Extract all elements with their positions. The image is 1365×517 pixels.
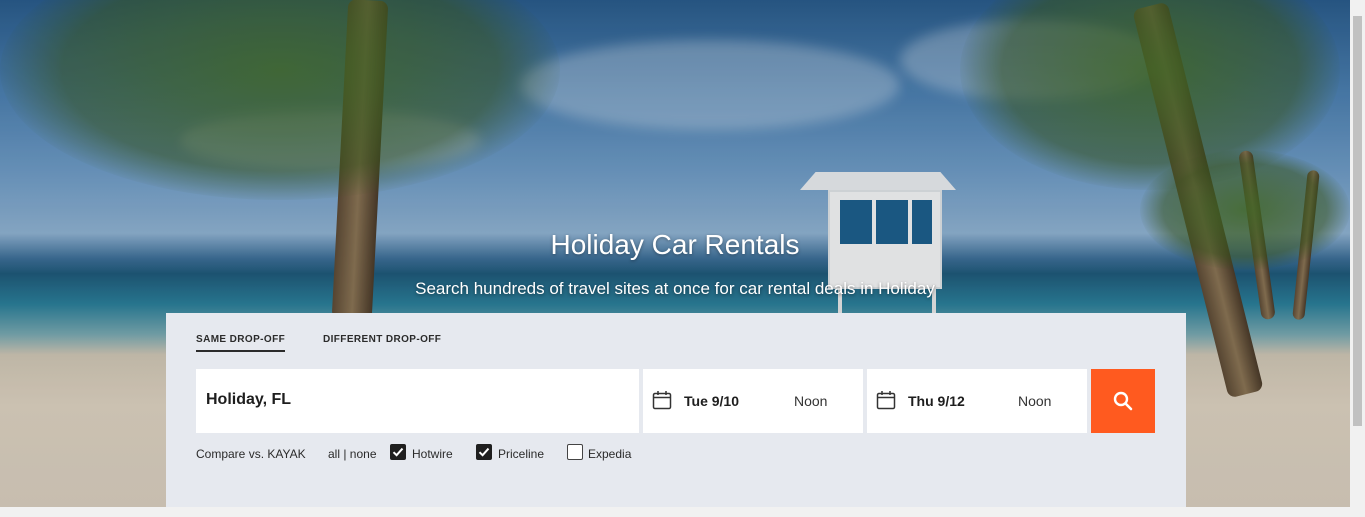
page-title: Holiday Car Rentals [550, 229, 800, 260]
vertical-scrollbar[interactable] [1350, 0, 1365, 517]
dropoff-date: Thu 9/12 [908, 393, 965, 409]
tab-different-dropoff[interactable]: DIFFERENT DROP-OFF [323, 334, 441, 345]
checkbox-priceline[interactable] [476, 444, 492, 460]
page-bottom-strip [0, 507, 1365, 517]
search-button[interactable] [1091, 369, 1155, 433]
checkbox-expedia[interactable] [567, 444, 583, 460]
dropoff-time[interactable]: Noon [1018, 393, 1051, 409]
compare-label: Compare vs. KAYAK [196, 447, 306, 461]
pickup-time[interactable]: Noon [794, 393, 827, 409]
calendar-icon [652, 391, 672, 410]
tab-same-dropoff[interactable]: SAME DROP-OFF [196, 334, 286, 352]
page-subtitle: Search hundreds of travel sites at once … [415, 279, 935, 298]
search-panel: SAME DROP-OFF DIFFERENT DROP-OFF Holiday… [166, 313, 1186, 517]
dropoff-date-field[interactable]: Thu 9/12 Noon [867, 369, 1087, 433]
search-icon [1113, 391, 1133, 411]
destination-value: Holiday, FL [206, 391, 292, 408]
pickup-date-field[interactable]: Tue 9/10 Noon [643, 369, 863, 433]
checkbox-hotwire[interactable] [390, 444, 406, 460]
calendar-icon [876, 391, 896, 410]
destination-field[interactable]: Holiday, FL [196, 369, 639, 433]
scrollbar-thumb[interactable] [1353, 16, 1362, 426]
checkbox-label-priceline[interactable]: Priceline [498, 447, 544, 461]
select-all-none-link[interactable]: all | none [328, 447, 377, 461]
checkmark-icon [392, 447, 404, 457]
checkbox-label-expedia[interactable]: Expedia [588, 447, 631, 461]
checkmark-icon [478, 447, 490, 457]
pickup-date: Tue 9/10 [684, 393, 739, 409]
checkbox-label-hotwire[interactable]: Hotwire [412, 447, 453, 461]
